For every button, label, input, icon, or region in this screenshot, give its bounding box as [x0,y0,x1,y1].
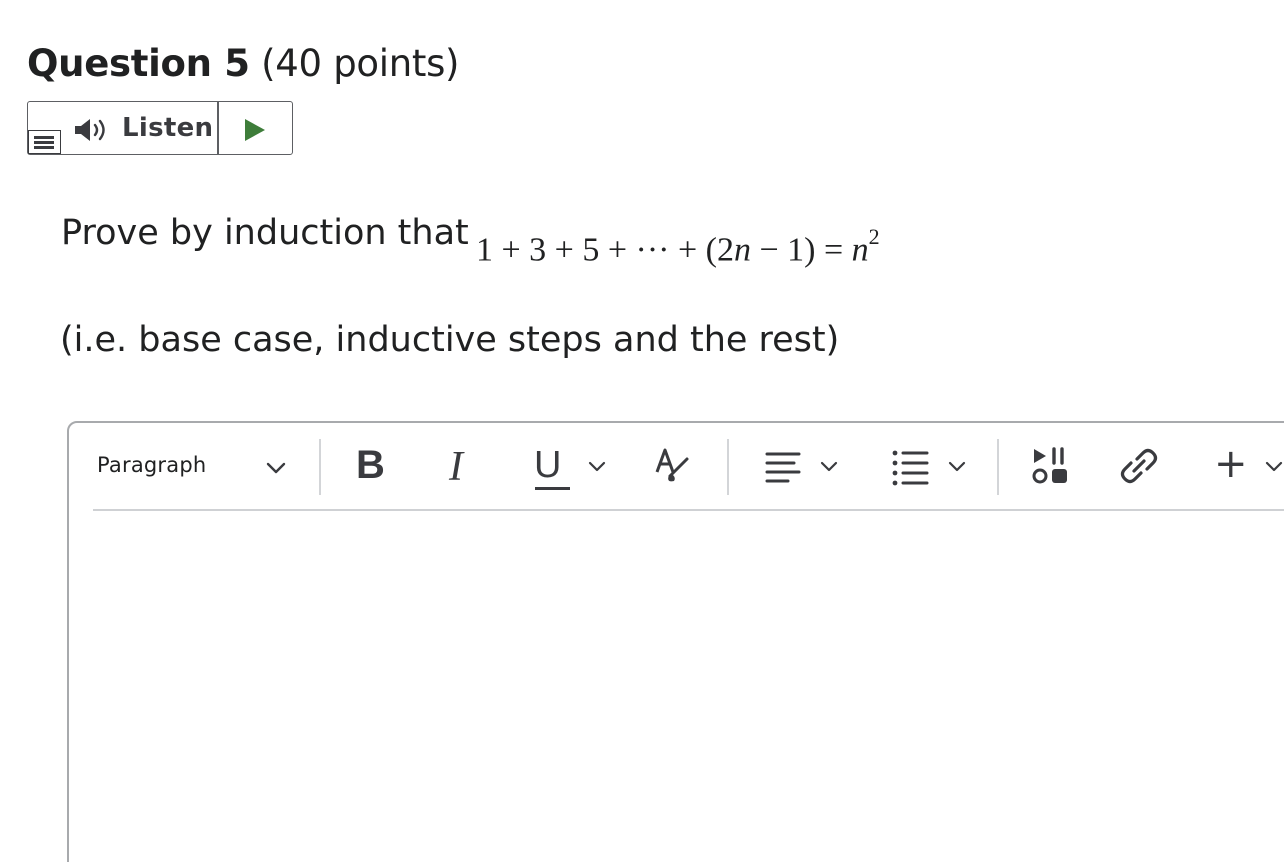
chevron-down-icon[interactable] [948,460,966,473]
question-title: Question 5 (40 points) [27,40,460,88]
question-prompt: Prove by induction that [61,213,469,253]
block-format-select[interactable]: Paragraph [97,453,206,477]
listen-divider [217,102,219,154]
insert-button[interactable]: + [1214,440,1248,488]
chevron-down-icon[interactable] [266,461,286,475]
play-icon[interactable] [242,118,268,142]
formula-part1: 1 + 3 + 5 + ··· + (2 [476,231,734,269]
editor-toolbar: Paragraph B I U + [69,423,1284,513]
toolbar-rule [93,509,1284,511]
toolbar-divider [727,439,729,495]
italic-button[interactable]: I [449,443,463,491]
formula: 1 + 3 + 5 + ··· + (2n − 1) = n2 [476,217,880,274]
text-style-icon[interactable] [654,446,694,486]
formula-var1: n [734,231,751,269]
bold-button[interactable]: B [356,443,385,488]
formula-exponent: 2 [868,224,880,249]
chevron-down-icon[interactable] [820,460,838,473]
align-left-icon[interactable] [764,450,804,486]
bulleted-list-icon[interactable] [891,449,931,487]
question-number: Question 5 [27,42,250,85]
chevron-down-icon[interactable] [1265,460,1283,473]
question-page: Question 5 (40 points) Listen Prove by i… [0,0,1284,862]
answer-editor[interactable]: Paragraph B I U + [67,421,1284,862]
formula-var2: n [851,231,869,269]
editor-content-area[interactable] [93,515,1281,862]
chevron-down-icon[interactable] [588,460,606,473]
insert-media-icon[interactable] [1032,446,1070,486]
speaker-icon[interactable] [74,117,110,143]
underline-bar [535,487,570,490]
listen-button[interactable]: Listen [122,113,213,143]
toolbar-divider [319,439,321,495]
menu-icon[interactable] [28,130,61,154]
listen-widget: Listen [27,101,293,155]
link-icon[interactable] [1119,446,1159,486]
formula-part2: − 1) = [751,231,852,269]
underline-button[interactable]: U [534,444,561,487]
question-note: (i.e. base case, inductive steps and the… [60,320,840,360]
question-points: (40 points) [261,42,460,85]
toolbar-divider [997,439,999,495]
